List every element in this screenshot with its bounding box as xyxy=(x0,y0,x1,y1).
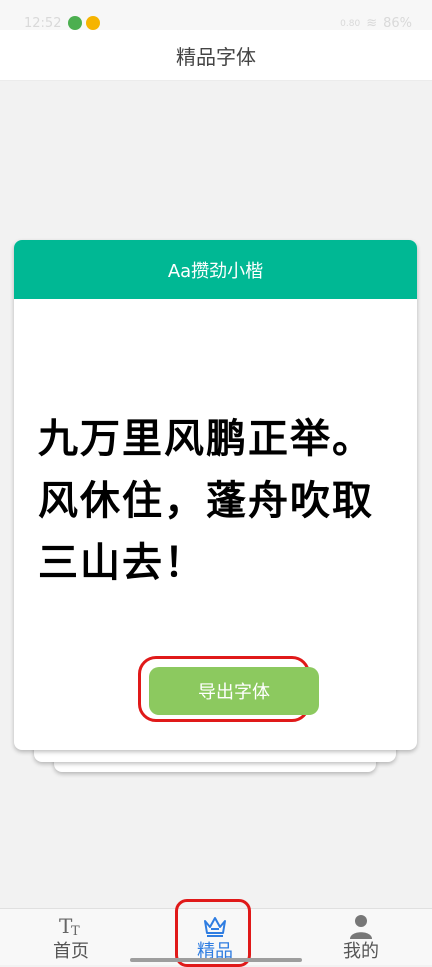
status-bar: 12:52 0.80 ≋ 86% xyxy=(0,0,432,31)
page-title: 精品字体 xyxy=(176,44,256,69)
app-header: 精品字体 xyxy=(0,30,432,81)
battery-level: 86% xyxy=(383,16,412,31)
nav-label-mine: 我的 xyxy=(343,941,379,962)
weibo-icon xyxy=(86,16,100,30)
home-indicator[interactable] xyxy=(130,958,302,962)
status-system-icons: 0.80 ≋ 86% xyxy=(340,16,412,31)
export-button-highlight: 导出字体 xyxy=(138,656,319,722)
app-notification-icon xyxy=(68,16,82,30)
font-sample-text: 九万里风鹏正举。风休住，蓬舟吹取三山去！ xyxy=(38,415,374,586)
font-card[interactable]: Aa攒劲小楷 九万里风鹏正举。风休住，蓬舟吹取三山去！ 导出字体 xyxy=(14,240,417,750)
premium-tab-highlight xyxy=(175,899,251,967)
network-speed: 0.80 xyxy=(340,18,361,29)
nav-label-home: 首页 xyxy=(53,941,89,962)
status-time: 12:52 xyxy=(24,16,62,31)
status-app-icons xyxy=(68,16,100,30)
card-header: Aa攒劲小楷 xyxy=(14,240,417,299)
font-name: Aa攒劲小楷 xyxy=(167,260,264,282)
export-font-button[interactable]: 导出字体 xyxy=(149,667,319,715)
person-icon xyxy=(350,915,372,939)
wifi-icon: ≋ xyxy=(366,16,378,31)
text-style-icon: T T xyxy=(59,914,80,939)
nav-item-mine[interactable]: 我的 xyxy=(306,909,416,965)
nav-item-home[interactable]: T T 首页 xyxy=(16,909,126,965)
